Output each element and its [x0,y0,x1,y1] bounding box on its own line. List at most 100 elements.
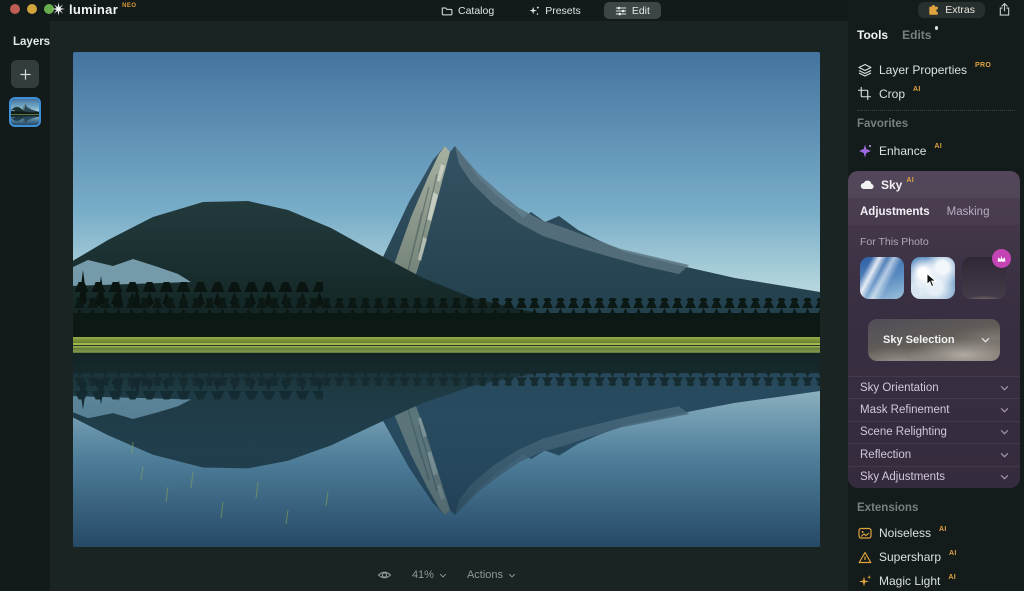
layer-thumbnail-image [11,99,39,125]
magic-light-label: Magic Light [879,574,941,589]
ai-badge: AI [948,573,956,581]
sky-selection-dropdown[interactable]: Sky Selection [868,319,1000,361]
eye-icon [377,571,392,579]
puzzle-icon [929,5,939,15]
enhance-label: Enhance [879,143,927,158]
sky-label: Sky [881,177,903,192]
reflection-row[interactable]: Reflection [848,443,1020,465]
mask-refinement-row[interactable]: Mask Refinement [848,398,1020,420]
supersharp-icon [857,551,872,564]
sky-adjustments-row[interactable]: Sky Adjustments [848,465,1020,488]
plus-icon [19,68,31,80]
edits-notification-dot [934,26,939,30]
chevron-down-icon [1000,474,1009,480]
sky-selection-label: Sky Selection [883,334,955,346]
crop-item[interactable]: Crop AI [848,82,1024,105]
ai-badge: AI [913,86,921,93]
sky-preset-thumbnail-2[interactable] [911,257,955,299]
sky-section-header[interactable]: Sky AI [848,171,1020,198]
app-name: luminar [69,2,119,17]
extensions-header: Extensions [857,501,919,514]
app-logo: luminar neo [52,2,137,18]
tab-edits[interactable]: Edits [902,26,939,42]
noiseless-icon [857,526,872,540]
statusbar: 41% Actions [73,569,820,581]
sky-preset-thumbnail-3[interactable] [962,249,1011,299]
reflection-label: Reflection [860,448,912,461]
chevron-down-icon [1000,452,1009,458]
photo-image [73,52,820,547]
tab-edits-label: Edits [902,28,932,42]
edit-sliders-icon [615,6,626,15]
divider [857,110,1015,111]
preview-toggle-button[interactable] [377,569,392,581]
tab-tools[interactable]: Tools [857,28,888,42]
actions-menu-button[interactable]: Actions [467,569,516,581]
luminar-logo-icon [52,2,65,16]
photo-scene [73,52,820,547]
extras-label: Extras [945,4,975,16]
tools-panel: Tools Edits Layer Properties PRO Crop AI… [848,0,1024,591]
sky-orientation-label: Sky Orientation [860,381,939,394]
ai-badge: AI [939,525,947,533]
window-controls [10,4,54,14]
minimize-button[interactable] [27,4,37,14]
ai-badge: AI [906,177,914,184]
sky-tabs: Adjustments Masking [848,198,1020,225]
mouse-cursor-icon [926,272,937,293]
tab-edit-label: Edit [631,4,650,17]
tab-catalog[interactable]: Catalog [430,2,505,19]
sky-preset-thumbnail-1[interactable] [860,257,904,299]
tab-presets-label: Presets [545,4,581,17]
supersharp-item[interactable]: Supersharp AI [848,546,1024,569]
photo-canvas[interactable] [73,52,820,547]
noiseless-item[interactable]: Noiseless AI [848,522,1024,545]
tab-presets[interactable]: Presets [517,2,592,19]
share-button[interactable] [998,2,1011,22]
premium-badge [992,249,1011,268]
chevron-down-icon [508,573,516,578]
ai-badge: AI [934,143,942,150]
noiseless-label: Noiseless [879,526,932,541]
ai-badge: AI [949,549,957,557]
zoom-level-control[interactable]: 41% [412,569,447,581]
supersharp-label: Supersharp [879,550,942,565]
cloud-icon [860,180,874,190]
chevron-down-icon [1000,407,1009,413]
pro-badge: PRO [975,62,992,69]
add-layer-button[interactable] [11,60,39,88]
crown-icon [997,255,1006,262]
chevron-down-icon [1000,429,1009,436]
extras-button[interactable]: Extras [918,2,985,18]
tab-masking[interactable]: Masking [947,206,990,218]
crop-label: Crop [879,86,906,101]
scene-relighting-row[interactable]: Scene Relighting [848,420,1020,443]
crop-icon [857,87,872,100]
favorites-header: Favorites [857,118,909,130]
layers-stack-icon [857,63,872,77]
chevron-down-icon [1000,385,1009,391]
close-button[interactable] [10,4,20,14]
sky-orientation-row[interactable]: Sky Orientation [848,376,1020,398]
sky-adjustments-label: Sky Adjustments [860,471,946,484]
chevron-down-icon [439,573,447,578]
enhance-sparkle-icon [857,144,872,158]
sky-subsections: Sky Orientation Mask Refinement Scene Re… [848,376,1020,488]
layer-properties-label: Layer Properties [879,62,968,77]
tab-adjustments[interactable]: Adjustments [860,206,930,218]
tab-edit[interactable]: Edit [603,2,661,19]
app-badge: neo [122,3,137,9]
layer-properties-item[interactable]: Layer Properties PRO [848,58,1024,81]
mode-tabs: Catalog Presets Edit [430,2,661,19]
chevron-down-icon [981,337,990,343]
tab-catalog-label: Catalog [458,4,495,17]
layer-thumbnail[interactable] [9,97,41,127]
presets-icon [529,6,540,15]
actions-label: Actions [466,569,504,581]
layers-panel-title: Layers [13,36,51,48]
enhance-item[interactable]: Enhance AI [848,139,1024,162]
magic-light-item[interactable]: Magic Light AI [848,570,1024,591]
zoom-level-value: 41% [411,569,434,581]
sky-presets-row [860,249,1011,299]
mask-refinement-label: Mask Refinement [860,404,950,417]
